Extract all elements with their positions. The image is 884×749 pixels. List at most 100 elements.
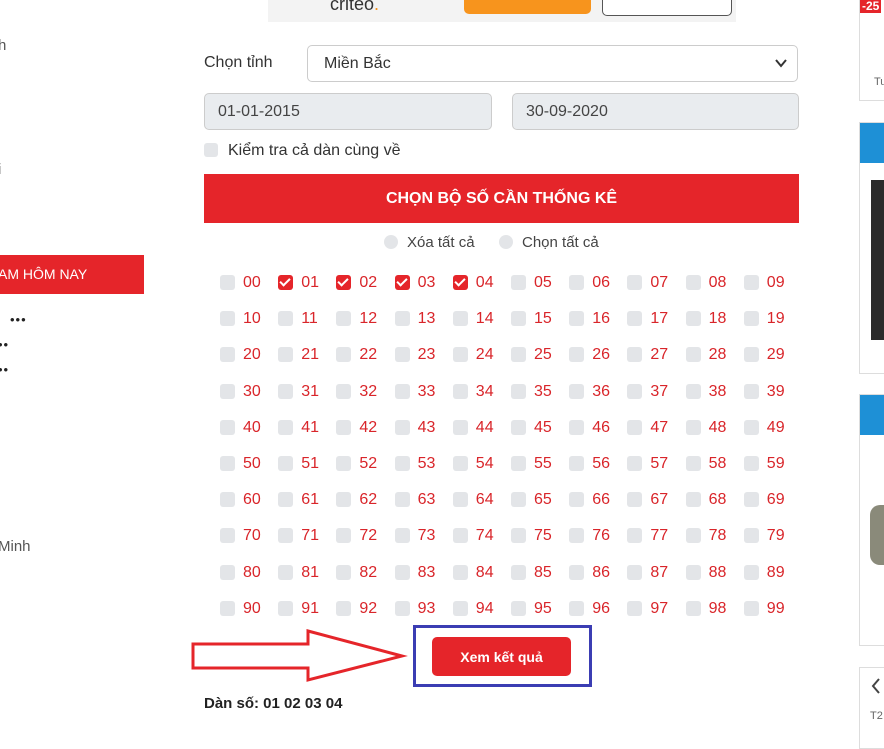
number-checkbox[interactable]: [278, 456, 294, 471]
number-checkbox[interactable]: [511, 347, 526, 363]
number-checkbox[interactable]: [336, 600, 352, 616]
number-checkbox[interactable]: [394, 419, 410, 435]
number-checkbox[interactable]: [685, 419, 701, 435]
date-from-input[interactable]: 01-01-2015: [204, 93, 492, 130]
number-checkbox[interactable]: [278, 383, 294, 399]
number-checkbox[interactable]: [511, 383, 526, 399]
number-checkbox[interactable]: [743, 275, 759, 290]
number-checkbox[interactable]: [511, 564, 526, 580]
number-checkbox[interactable]: [685, 564, 701, 580]
number-checkbox[interactable]: [220, 492, 235, 508]
number-checkbox[interactable]: [627, 564, 643, 580]
number-checkbox[interactable]: [569, 347, 585, 363]
number-checkbox[interactable]: [278, 275, 294, 290]
number-checkbox[interactable]: [685, 492, 701, 508]
number-checkbox[interactable]: [685, 600, 701, 616]
right-ad-card-2[interactable]: [859, 122, 884, 374]
number-checkbox[interactable]: [452, 600, 468, 616]
number-checkbox[interactable]: [511, 311, 526, 327]
number-checkbox[interactable]: [569, 456, 585, 471]
number-checkbox[interactable]: [452, 564, 468, 580]
number-checkbox[interactable]: [336, 275, 352, 290]
number-checkbox[interactable]: [743, 528, 759, 544]
number-checkbox[interactable]: [336, 456, 352, 471]
check-all-together-checkbox[interactable]: [204, 143, 218, 157]
number-checkbox[interactable]: [220, 564, 235, 580]
number-checkbox[interactable]: [627, 311, 643, 327]
number-checkbox[interactable]: [452, 383, 468, 399]
number-checkbox[interactable]: [627, 528, 643, 544]
number-checkbox[interactable]: [394, 564, 410, 580]
number-checkbox[interactable]: [394, 600, 410, 616]
number-checkbox[interactable]: [452, 347, 468, 363]
number-checkbox[interactable]: [220, 275, 235, 290]
number-checkbox[interactable]: [569, 311, 585, 327]
number-checkbox[interactable]: [743, 456, 759, 471]
number-checkbox[interactable]: [278, 347, 294, 363]
number-checkbox[interactable]: [278, 564, 294, 580]
right-ad-card-1[interactable]: -25 Tu: [859, 0, 884, 101]
number-checkbox[interactable]: [336, 528, 352, 544]
number-checkbox[interactable]: [336, 347, 352, 363]
number-checkbox[interactable]: [336, 383, 352, 399]
number-checkbox[interactable]: [220, 419, 235, 435]
number-checkbox[interactable]: [511, 492, 526, 508]
number-checkbox[interactable]: [627, 492, 643, 508]
number-checkbox[interactable]: [685, 347, 701, 363]
number-checkbox[interactable]: [511, 528, 526, 544]
number-checkbox[interactable]: [452, 528, 468, 544]
number-checkbox[interactable]: [569, 600, 585, 616]
number-checkbox[interactable]: [627, 347, 643, 363]
number-checkbox[interactable]: [278, 419, 294, 435]
number-checkbox[interactable]: [627, 456, 643, 471]
number-checkbox[interactable]: [743, 347, 759, 363]
date-to-input[interactable]: 30-09-2020: [512, 93, 799, 130]
view-results-button[interactable]: Xem kết quả: [432, 637, 571, 676]
number-checkbox[interactable]: [685, 275, 701, 290]
number-checkbox[interactable]: [452, 311, 468, 327]
number-checkbox[interactable]: [627, 419, 643, 435]
number-checkbox[interactable]: [511, 275, 526, 290]
number-checkbox[interactable]: [743, 564, 759, 580]
number-checkbox[interactable]: [511, 600, 526, 616]
number-checkbox[interactable]: [220, 600, 235, 616]
number-checkbox[interactable]: [743, 492, 759, 508]
ad-primary-button[interactable]: [464, 0, 591, 14]
number-checkbox[interactable]: [336, 419, 352, 435]
number-checkbox[interactable]: [685, 528, 701, 544]
number-checkbox[interactable]: [278, 600, 294, 616]
clear-all-radio[interactable]: [384, 235, 398, 249]
number-checkbox[interactable]: [743, 311, 759, 327]
number-checkbox[interactable]: [569, 275, 585, 290]
number-checkbox[interactable]: [336, 311, 352, 327]
number-checkbox[interactable]: [569, 564, 585, 580]
number-checkbox[interactable]: [452, 419, 468, 435]
number-checkbox[interactable]: [452, 492, 468, 508]
number-checkbox[interactable]: [220, 311, 235, 327]
number-checkbox[interactable]: [220, 456, 235, 471]
number-checkbox[interactable]: [627, 383, 643, 399]
number-checkbox[interactable]: [278, 528, 294, 544]
number-checkbox[interactable]: [394, 311, 410, 327]
number-checkbox[interactable]: [336, 564, 352, 580]
number-checkbox[interactable]: [685, 383, 701, 399]
number-checkbox[interactable]: [627, 275, 643, 290]
number-checkbox[interactable]: [336, 492, 352, 508]
number-checkbox[interactable]: [220, 347, 235, 363]
number-checkbox[interactable]: [685, 311, 701, 327]
number-checkbox[interactable]: [278, 311, 294, 327]
number-checkbox[interactable]: [743, 383, 759, 399]
number-checkbox[interactable]: [452, 275, 468, 290]
number-checkbox[interactable]: [394, 528, 410, 544]
number-checkbox[interactable]: [394, 347, 410, 363]
select-all-radio[interactable]: [499, 235, 513, 249]
number-checkbox[interactable]: [569, 419, 585, 435]
number-checkbox[interactable]: [220, 528, 235, 544]
number-checkbox[interactable]: [511, 456, 526, 471]
number-checkbox[interactable]: [452, 456, 468, 471]
right-ad-card-3[interactable]: [859, 394, 884, 646]
number-checkbox[interactable]: [569, 383, 585, 399]
number-checkbox[interactable]: [569, 528, 585, 544]
number-checkbox[interactable]: [685, 456, 701, 471]
number-checkbox[interactable]: [220, 383, 235, 399]
